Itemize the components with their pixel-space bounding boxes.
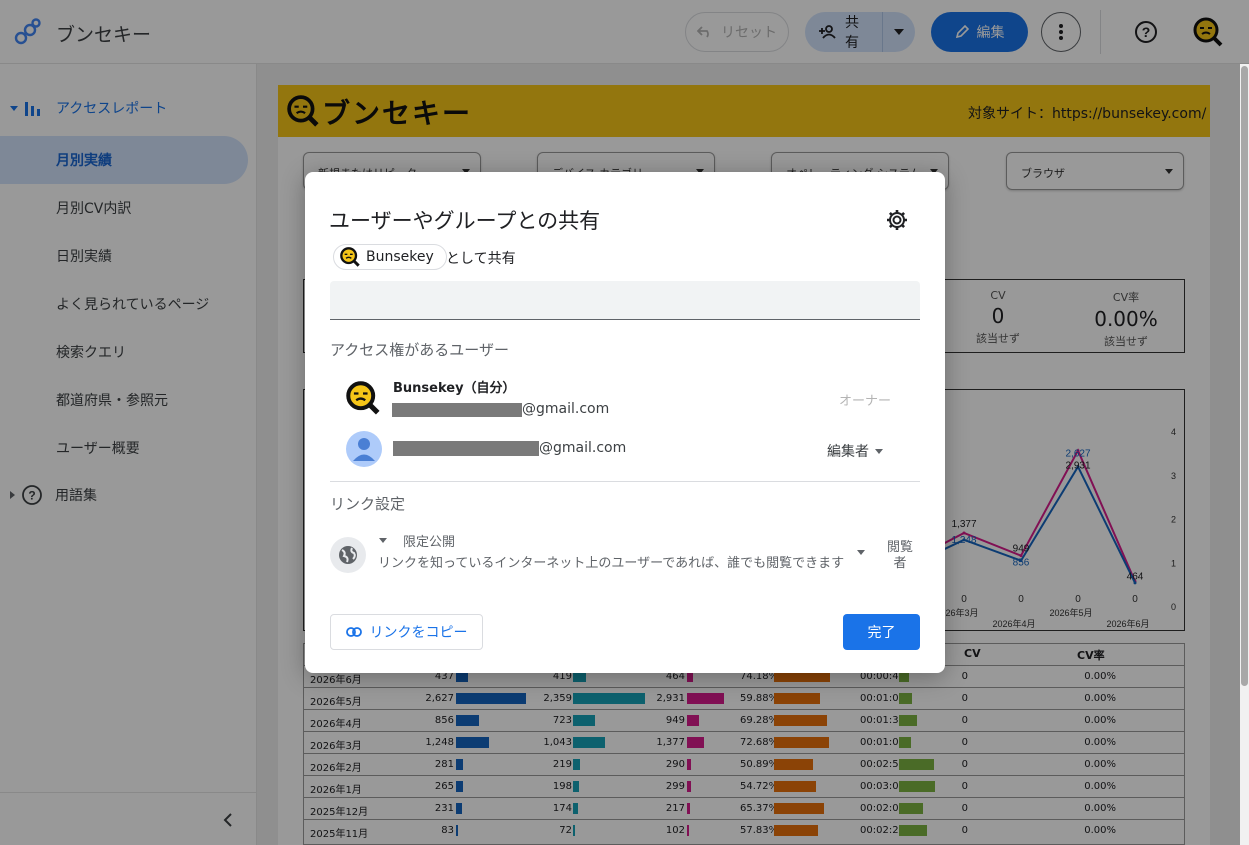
link-description: リンクを知っているインターネット上のユーザーであれば、誰でも閲覧できます (378, 556, 845, 571)
editor-role-dropdown[interactable]: 編集者 (827, 441, 883, 461)
copy-link-button[interactable]: リンクをコピー (330, 614, 483, 650)
add-people-input[interactable] (330, 281, 920, 320)
dialog-title: ユーザーやグループとの共有 (329, 209, 601, 233)
gear-icon[interactable] (885, 208, 909, 232)
editor-role-label: 編集者 (827, 444, 869, 460)
done-button[interactable]: 完了 (843, 614, 920, 650)
redacted-email (392, 403, 522, 417)
scrollbar-thumb[interactable] (1241, 66, 1248, 686)
link-role-dropdown[interactable] (857, 550, 865, 555)
link-scope-dropdown[interactable]: 限定公開 (379, 531, 455, 550)
caret-down-icon (379, 538, 387, 543)
link-scope-label: 限定公開 (403, 535, 456, 550)
owner-avatar-icon (346, 381, 380, 415)
default-user-avatar-icon (346, 431, 382, 467)
editor-email-domain: @gmail.com (539, 440, 627, 456)
link-icon (345, 627, 362, 637)
redacted-email (393, 441, 539, 456)
dialog-divider (330, 481, 920, 482)
link-role-label[interactable]: 閲覧者 (884, 540, 916, 572)
link-settings-heading: リンク設定 (330, 495, 406, 513)
access-heading: アクセス権があるユーザー (330, 341, 509, 359)
copy-link-label: リンクをコピー (369, 625, 468, 641)
share-as-suffix: として共有 (446, 251, 516, 267)
caret-down-icon (857, 550, 865, 555)
globe-icon (330, 537, 366, 573)
share-as-chip[interactable]: Bunsekey (333, 244, 447, 270)
owner-role: オーナー (839, 394, 892, 409)
bunsekey-avatar-icon (340, 247, 360, 267)
owner-name: Bunsekey（自分） (393, 381, 516, 396)
share-as-name: Bunsekey (366, 249, 434, 265)
caret-down-icon (875, 448, 883, 454)
owner-email-domain: @gmail.com (522, 401, 610, 417)
